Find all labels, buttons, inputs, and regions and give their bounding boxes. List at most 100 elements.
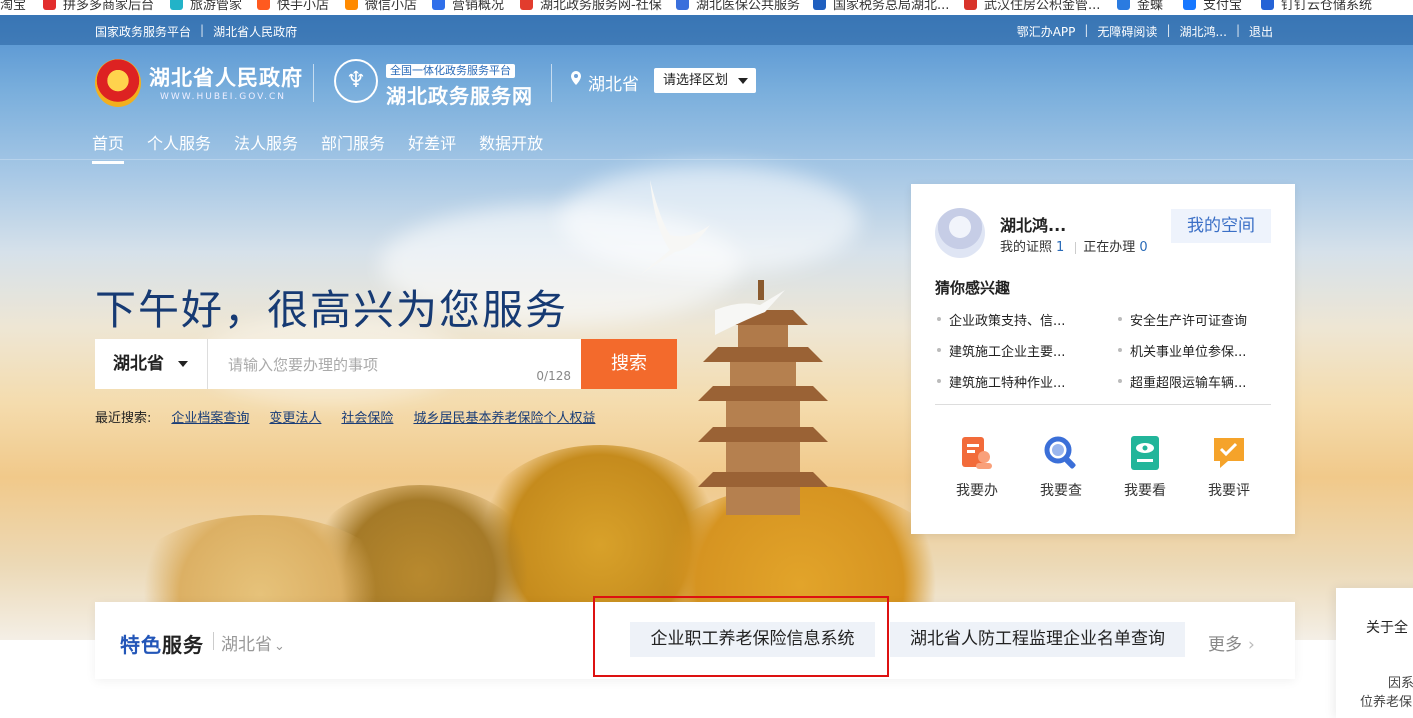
interest-list: 企业政策支持、信... 安全生产许可证查询 建筑施工企业主要... 机关事业单位… [935,310,1275,391]
bookmark-item[interactable]: 营销概况 [432,0,504,13]
bookmark-icon [676,0,689,10]
action-view[interactable]: 我要看 [1103,434,1187,500]
search-button[interactable]: 搜索 [581,339,677,389]
featured-title: 特色服务 [120,629,204,658]
doing-label[interactable]: 正在办理 [1083,240,1135,255]
nav-rating[interactable]: 好差评 [408,130,456,162]
gov-site-url: WWW.HUBEI.GOV.CN [160,92,287,102]
bookmark-label: 旅游管家 [190,0,243,13]
nav-open-data[interactable]: 数据开放 [479,130,543,162]
bookmark-item[interactable]: 拼多多商家后台 [43,0,154,13]
bookmark-item[interactable]: 快手小店 [257,0,329,13]
recent-searches: 最近搜索: 企业档案查询 变更法人 社会保险 城乡居民基本养老保险个人权益 [95,407,595,426]
interest-title: 猜你感兴趣 [935,279,1011,297]
interest-item[interactable]: 安全生产许可证查询 [1116,310,1276,329]
featured-more-link[interactable]: 更多 › [1208,630,1255,655]
bookmark-item[interactable]: 旅游管家 [170,0,242,13]
cert-label[interactable]: 我的证照 [1000,240,1052,255]
action-rate[interactable]: 我要评 [1187,434,1271,500]
search-input[interactable] [208,339,530,391]
region-select-label: 请选择区划 [663,73,729,88]
action-handle[interactable]: 我要办 [935,434,1019,500]
bookmark-label: 拼多多商家后台 [63,0,155,13]
greeting-text: 下午好，很高兴为您服务 [95,286,568,334]
featured-title-b: 服务 [162,633,204,657]
crane-bird-image [715,290,785,335]
national-emblem-icon [95,59,141,107]
link-user-name[interactable]: 湖北鸿... [1179,23,1226,40]
divider [313,64,314,102]
featured-item-pension-system[interactable]: 企业职工养老保险信息系统 [630,622,875,657]
bookmark-label: 微信小店 [365,0,418,13]
interest-item[interactable]: 建筑施工企业主要... [935,341,1116,360]
bookmark-item[interactable]: 支付宝 [1183,0,1242,13]
bookmark-item[interactable]: 湖北政务服务网-社保 [520,0,662,13]
bookmark-label: 湖北医保公共服务 [696,0,801,13]
featured-title-a: 特色 [120,633,162,657]
eye-screen-icon [1127,434,1163,472]
platform-tag: 全国一体化政务服务平台 [386,64,515,78]
bookmark-item[interactable]: 淘宝 [0,0,26,13]
bookmark-label: 湖北政务服务网-社保 [540,0,662,13]
card-divider [935,404,1271,405]
bookmark-icon [257,0,270,10]
gov-site-title[interactable]: 湖北省人民政府 [149,62,303,92]
recent-search-link[interactable]: 企业档案查询 [171,407,249,426]
search-char-count: 0/128 [536,369,571,383]
nav-corporate-service[interactable]: 法人服务 [234,130,298,162]
bookmark-item[interactable]: 国家税务总局湖北... [813,0,949,13]
featured-services-bar: 特色服务 湖北省 ⌄ 企业职工养老保险信息系统 湖北省人防工程监理企业名单查询 更… [95,602,1295,679]
interest-item[interactable]: 机关事业单位参保... [1116,341,1276,360]
recent-searches-label: 最近搜索: [95,411,152,426]
check-chat-icon [1211,434,1247,472]
recent-search-link[interactable]: 变更法人 [269,407,321,426]
bookmark-item[interactable]: 微信小店 [345,0,417,13]
my-space-button[interactable]: 我的空间 [1171,209,1271,243]
crane-bird-image [640,180,710,275]
nav-personal-service[interactable]: 个人服务 [147,130,211,162]
link-accessibility[interactable]: 无障碍阅读 [1097,23,1157,40]
current-location: 湖北省 [588,75,639,95]
bookmark-label: 武汉住房公积金管... [984,0,1101,13]
main-nav: 首页 个人服务 法人服务 部门服务 好差评 数据开放 [92,130,543,164]
featured-region-select[interactable]: 湖北省 ⌄ [221,630,285,655]
chevron-down-icon [738,78,748,84]
bookmark-item[interactable]: 金蝶 [1117,0,1163,13]
separator: | [1084,23,1089,37]
nav-home[interactable]: 首页 [92,130,125,164]
avatar[interactable] [935,208,985,258]
recent-search-link[interactable]: 社会保险 [341,407,393,426]
interest-item[interactable]: 建筑施工特种作业... [935,372,1116,391]
link-national-platform[interactable]: 国家政务服务平台 [95,23,191,40]
location-pin-icon [571,71,581,85]
search-province-select[interactable]: 湖北省 [95,339,208,389]
bookmark-label: 钉钉云仓储系统 [1281,0,1373,13]
separator: | [1166,23,1171,37]
nav-department-service[interactable]: 部门服务 [321,130,385,162]
bookmark-label: 国家税务总局湖北... [833,0,950,13]
link-hubei-gov[interactable]: 湖北省人民政府 [213,23,297,40]
service-net-title[interactable]: 湖北政务服务网 [386,80,533,109]
link-app[interactable]: 鄂汇办APP [1017,23,1076,40]
bookmark-icon [1261,0,1274,10]
featured-item-civil-defense-query[interactable]: 湖北省人防工程监理企业名单查询 [890,622,1185,657]
action-label: 我要查 [1040,483,1082,499]
bookmark-label: 淘宝 [0,0,27,13]
magnifier-icon [1043,434,1079,472]
bookmark-item[interactable]: 钉钉云仓储系统 [1261,0,1372,13]
bookmark-item[interactable]: 武汉住房公积金管... [964,0,1100,13]
chevron-down-icon [178,361,188,367]
notice-title: 关于全 [1366,620,1408,636]
interest-item[interactable]: 超重超限运输车辆... [1116,372,1276,391]
link-logout[interactable]: 退出 [1249,23,1273,40]
bookmark-label: 营销概况 [452,0,505,13]
interest-item[interactable]: 企业政策支持、信... [935,310,1116,329]
region-select-dropdown[interactable]: 请选择区划 [654,68,756,93]
action-query[interactable]: 我要查 [1019,434,1103,500]
recent-search-link[interactable]: 城乡居民基本养老保险个人权益 [413,407,595,426]
cert-count[interactable]: 1 [1056,240,1064,255]
bookmark-item[interactable]: 湖北医保公共服务 [676,0,800,13]
bookmark-icon [345,0,358,10]
doing-count[interactable]: 0 [1139,240,1147,255]
bookmark-icon [964,0,977,10]
